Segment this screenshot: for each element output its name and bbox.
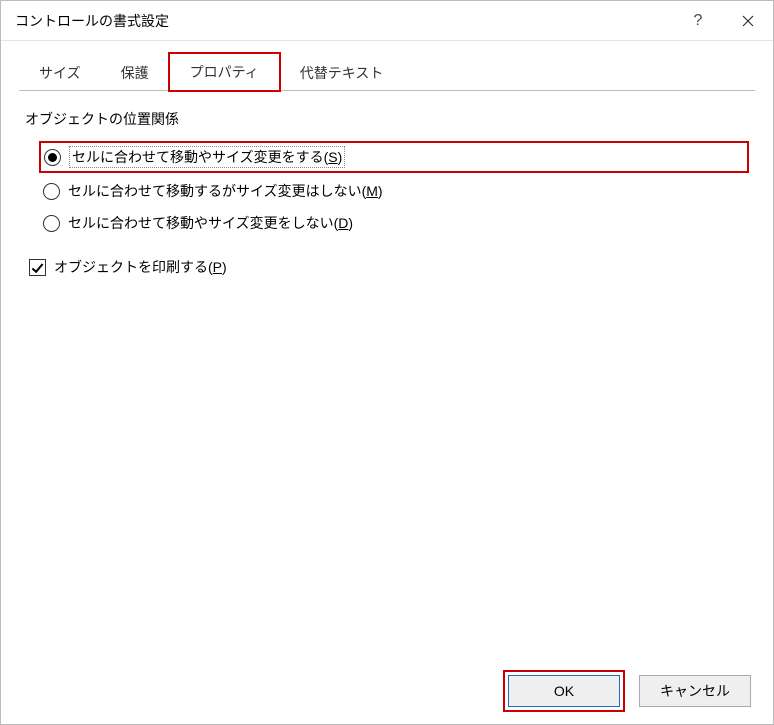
close-button[interactable] <box>723 1 773 41</box>
radio-icon <box>43 183 60 200</box>
properties-panel: オブジェクトの位置関係 セルに合わせて移動やサイズ変更をする(S) セルに合わせ… <box>1 91 773 303</box>
tab-alttext[interactable]: 代替テキスト <box>280 55 404 91</box>
radio-label: セルに合わせて移動するがサイズ変更はしない(M) <box>68 181 383 201</box>
help-button[interactable]: ? <box>673 1 723 41</box>
tab-protect[interactable]: 保護 <box>101 55 169 91</box>
radio-icon <box>43 215 60 232</box>
close-icon <box>742 15 754 27</box>
checkbox-icon <box>29 259 46 276</box>
radio-move-and-size[interactable]: セルに合わせて移動やサイズ変更をする(S) <box>39 141 749 173</box>
cancel-button[interactable]: キャンセル <box>639 675 751 707</box>
tab-size[interactable]: サイズ <box>19 55 101 91</box>
dialog-title: コントロールの書式設定 <box>15 11 673 31</box>
checkbox-label: オブジェクトを印刷する(P) <box>54 257 227 277</box>
ok-button[interactable]: OK <box>508 675 620 707</box>
radio-move-no-size[interactable]: セルに合わせて移動するがサイズ変更はしない(M) <box>39 177 749 205</box>
radio-label: セルに合わせて移動やサイズ変更をしない(D) <box>68 213 353 233</box>
dialog-footer: OK キャンセル <box>1 658 773 724</box>
checkbox-print-object[interactable]: オブジェクトを印刷する(P) <box>25 253 749 281</box>
group-label-position: オブジェクトの位置関係 <box>25 109 749 129</box>
tab-properties[interactable]: プロパティ <box>169 53 280 91</box>
titlebar: コントロールの書式設定 ? <box>1 1 773 41</box>
radio-icon <box>44 149 61 166</box>
tab-underline <box>19 90 755 91</box>
ok-button-highlight: OK <box>503 670 625 712</box>
radio-label: セルに合わせて移動やサイズ変更をする(S) <box>69 146 345 168</box>
radio-no-move-no-size[interactable]: セルに合わせて移動やサイズ変更をしない(D) <box>39 209 749 237</box>
tabstrip: サイズ 保護 プロパティ 代替テキスト <box>1 41 773 91</box>
